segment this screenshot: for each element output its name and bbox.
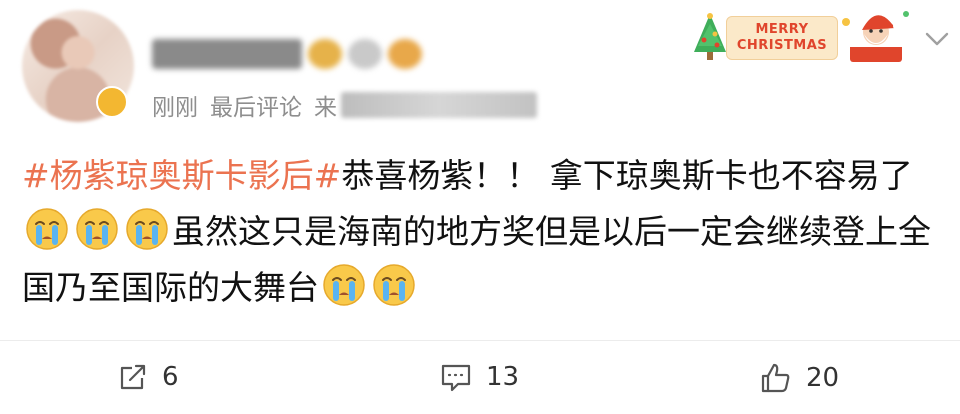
post-text-part1: 恭喜杨紫！！ 拿下琼奥斯卡也不容易了 (341, 156, 913, 195)
post-actions-bar: 6 13 20 (0, 340, 960, 414)
post-meta-label: 最后评论 (210, 95, 302, 121)
santa-icon (842, 11, 909, 62)
merry-christmas-banner: MERRY CHRISTMAS (726, 16, 838, 60)
comment-count: 13 (486, 362, 520, 392)
crying-emoji-icon (76, 208, 118, 250)
weibo-post-card: 刚刚 最后评论 来 MERRY CHRISTMAS #杨紫琼奥斯卡影后#恭喜杨紫… (0, 0, 960, 414)
comment-button[interactable]: 13 (440, 362, 519, 392)
like-button[interactable]: 20 (760, 362, 839, 394)
vip-icon (308, 39, 342, 69)
christmas-decoration: MERRY CHRISTMAS (690, 8, 912, 64)
post-content: #杨紫琼奥斯卡影后#恭喜杨紫！！ 拿下琼奥斯卡也不容易了 虽然这只是海南的地方奖… (22, 148, 942, 316)
post-time: 刚刚 (152, 95, 198, 121)
like-count: 20 (806, 363, 840, 393)
post-source-blurred (341, 92, 537, 118)
username-text-blurred (152, 39, 302, 69)
username-blurred[interactable] (152, 34, 432, 74)
badge-line2: CHRISTMAS (736, 38, 828, 53)
fan-badge-icon (388, 39, 422, 69)
post-source-prefix: 来 (314, 95, 337, 121)
repost-count: 6 (162, 362, 179, 392)
crying-emoji-icon (373, 264, 415, 306)
christmas-tree-icon (694, 13, 726, 60)
crying-emoji-icon (126, 208, 168, 250)
crying-emoji-icon (26, 208, 68, 250)
crying-emoji-icon (323, 264, 365, 306)
level-icon (348, 39, 382, 69)
post-meta: 刚刚 最后评论 来 (152, 88, 537, 122)
repost-icon (120, 364, 146, 390)
topic-link[interactable]: #杨紫琼奥斯卡影后# (22, 156, 341, 195)
repost-button[interactable]: 6 (118, 362, 179, 392)
verified-badge-icon (96, 86, 128, 118)
chevron-down-icon[interactable] (924, 30, 950, 48)
comment-icon (441, 364, 471, 392)
badge-line1: MERRY (755, 22, 809, 37)
like-icon (761, 363, 790, 393)
